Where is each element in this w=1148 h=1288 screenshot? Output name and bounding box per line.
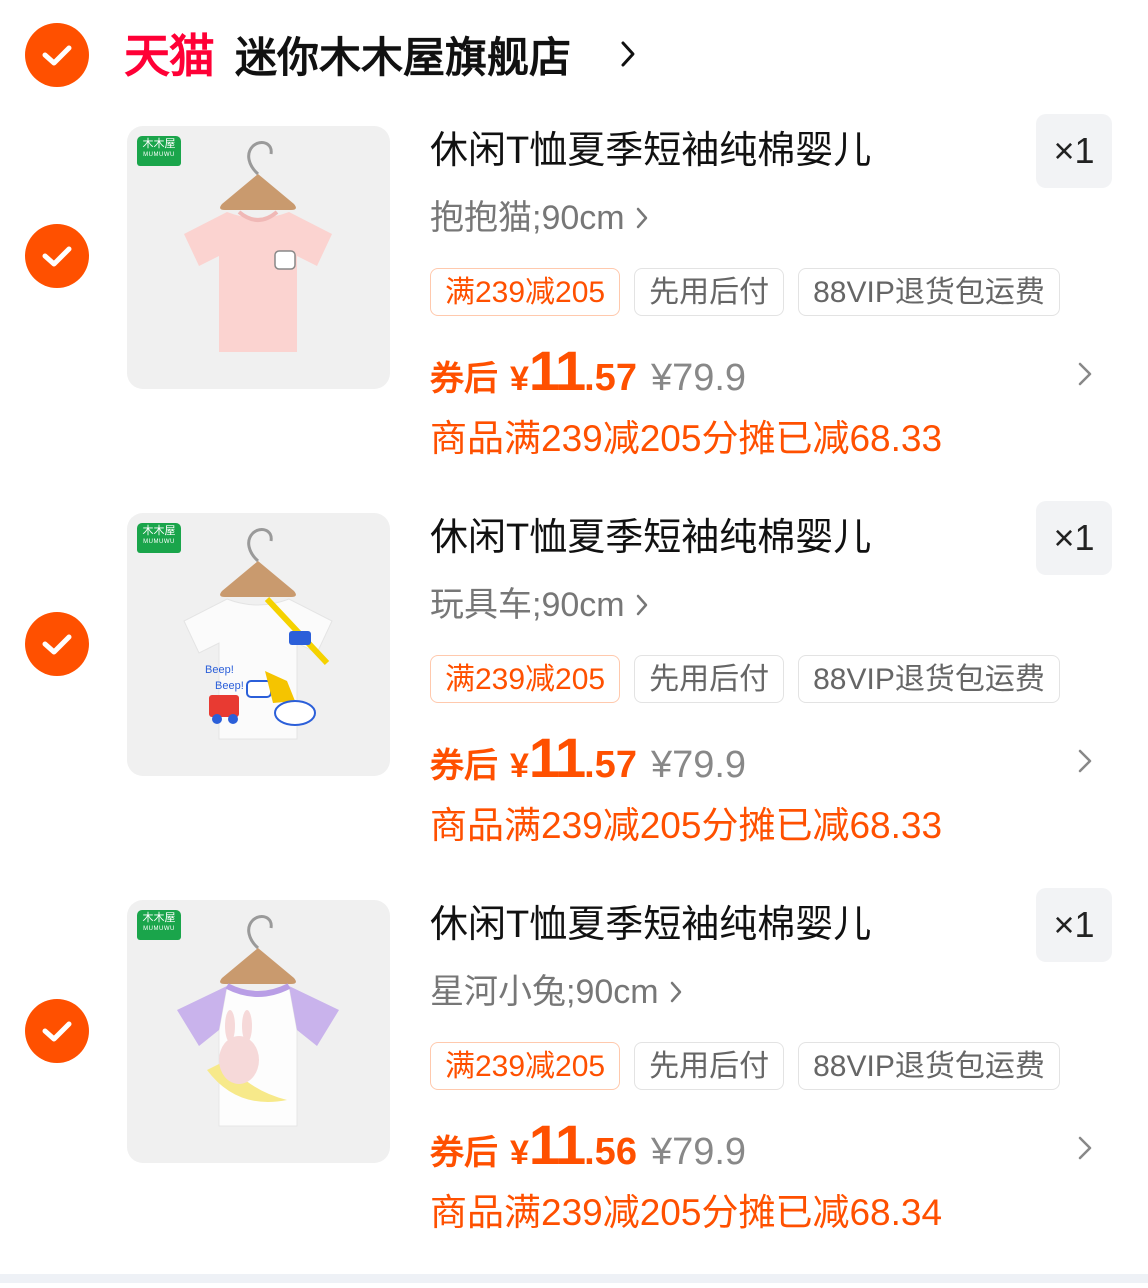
store-name-link[interactable]: 迷你木木屋旗舰店 [235, 32, 571, 84]
coupon-price-label: 券后 [430, 1134, 498, 1172]
quantity-badge[interactable]: ×1 [1036, 501, 1112, 575]
chevron-right-icon [636, 207, 647, 229]
product-title[interactable]: 休闲T恤夏季短袖纯棉婴儿 [430, 128, 871, 174]
sku-label: 抱抱猫;90cm [430, 199, 625, 237]
original-price: ¥79.9 [650, 1131, 747, 1173]
sku-label: 玩具车;90cm [430, 586, 625, 624]
sku-selector[interactable]: 抱抱猫;90cm [430, 196, 649, 240]
pay-later-tag: 先用后付 [634, 268, 785, 316]
tmall-logo: 天猫 [124, 30, 215, 82]
bottom-divider [0, 1274, 1148, 1283]
chevron-right-icon [670, 981, 681, 1003]
checkmark-icon [42, 45, 72, 66]
svg-text:Beep!: Beep! [215, 680, 244, 692]
brand-badge: 木木屋 MUMUWU [137, 136, 181, 166]
discount-allocation-text: 商品满239减205分摊已减68.34 [430, 1192, 943, 1233]
checkmark-icon [42, 634, 72, 655]
price-integer: 11 [528, 1113, 586, 1176]
sku-selector[interactable]: 玩具车;90cm [430, 583, 649, 627]
promo-tag: 满239减205 [430, 268, 621, 316]
currency-symbol: ¥ [510, 1134, 529, 1172]
checkmark-icon [42, 246, 72, 267]
chevron-right-icon[interactable] [620, 40, 636, 68]
vip-return-tag: 88VIP退货包运费 [798, 655, 1060, 703]
coupon-price-label: 券后 [430, 360, 498, 398]
vip-return-tag: 88VIP退货包运费 [798, 1042, 1060, 1090]
checkmark-icon [42, 1021, 72, 1042]
cart-item: 木木屋 MUMUWU 休闲T恤夏季短袖纯棉婴儿 ×1 星河小兔;90cm 满239… [0, 888, 1148, 1288]
original-price: ¥79.9 [650, 357, 747, 399]
tag-list: 满239减205 先用后付 88VIP退货包运费 [430, 655, 1060, 703]
product-title[interactable]: 休闲T恤夏季短袖纯棉婴儿 [430, 902, 871, 948]
sku-selector[interactable]: 星河小兔;90cm [430, 970, 683, 1014]
pay-later-tag: 先用后付 [634, 655, 785, 703]
chevron-right-icon[interactable] [1076, 1134, 1094, 1162]
price-row: 券后 ¥ 11 .56 ¥79.9 [430, 1112, 747, 1176]
chevron-right-icon[interactable] [1076, 360, 1094, 388]
product-image[interactable]: 木木屋 MUMUWU [127, 126, 390, 389]
currency-symbol: ¥ [510, 360, 529, 398]
vip-return-tag: 88VIP退货包运费 [798, 268, 1060, 316]
discount-allocation-text: 商品满239减205分摊已减68.33 [430, 805, 943, 846]
coupon-price-label: 券后 [430, 747, 498, 785]
tag-list: 满239减205 先用后付 88VIP退货包运费 [430, 1042, 1060, 1090]
store-select-checkbox[interactable] [25, 23, 89, 87]
cart-item: 木木屋 MUMUWU Beep! Beep! 休闲T恤夏季短袖纯棉婴儿 ×1 玩具… [0, 501, 1148, 901]
price-row: 券后 ¥ 11 .57 ¥79.9 [430, 338, 747, 402]
product-image[interactable]: 木木屋 MUMUWU [127, 900, 390, 1163]
price-decimal: .57 [584, 357, 637, 399]
sku-label: 星河小兔;90cm [430, 973, 659, 1011]
price-row: 券后 ¥ 11 .57 ¥79.9 [430, 725, 747, 789]
price-integer: 11 [528, 339, 586, 402]
item-select-checkbox[interactable] [25, 224, 89, 288]
discount-allocation-text: 商品满239减205分摊已减68.33 [430, 418, 943, 459]
chevron-right-icon [636, 594, 647, 616]
chevron-right-icon[interactable] [1076, 747, 1094, 775]
promo-tag: 满239减205 [430, 655, 621, 703]
pay-later-tag: 先用后付 [634, 1042, 785, 1090]
product-title[interactable]: 休闲T恤夏季短袖纯棉婴儿 [430, 515, 871, 561]
price-decimal: .57 [584, 744, 637, 786]
item-select-checkbox[interactable] [25, 999, 89, 1063]
tag-list: 满239减205 先用后付 88VIP退货包运费 [430, 268, 1060, 316]
item-select-checkbox[interactable] [25, 612, 89, 676]
svg-text:Beep!: Beep! [205, 664, 234, 676]
cart-item: 木木屋 MUMUWU 休闲T恤夏季短袖纯棉婴儿 ×1 抱抱猫;90cm 满239减… [0, 114, 1148, 514]
price-decimal: .56 [584, 1131, 637, 1173]
price-integer: 11 [528, 726, 586, 789]
promo-tag: 满239减205 [430, 1042, 621, 1090]
quantity-badge[interactable]: ×1 [1036, 888, 1112, 962]
brand-badge: 木木屋 MUMUWU [137, 910, 181, 940]
quantity-badge[interactable]: ×1 [1036, 114, 1112, 188]
currency-symbol: ¥ [510, 747, 529, 785]
store-header: 天猫 迷你木木屋旗舰店 [0, 0, 1148, 110]
product-image[interactable]: 木木屋 MUMUWU Beep! Beep! [127, 513, 390, 776]
original-price: ¥79.9 [650, 744, 747, 786]
brand-badge: 木木屋 MUMUWU [137, 523, 181, 553]
